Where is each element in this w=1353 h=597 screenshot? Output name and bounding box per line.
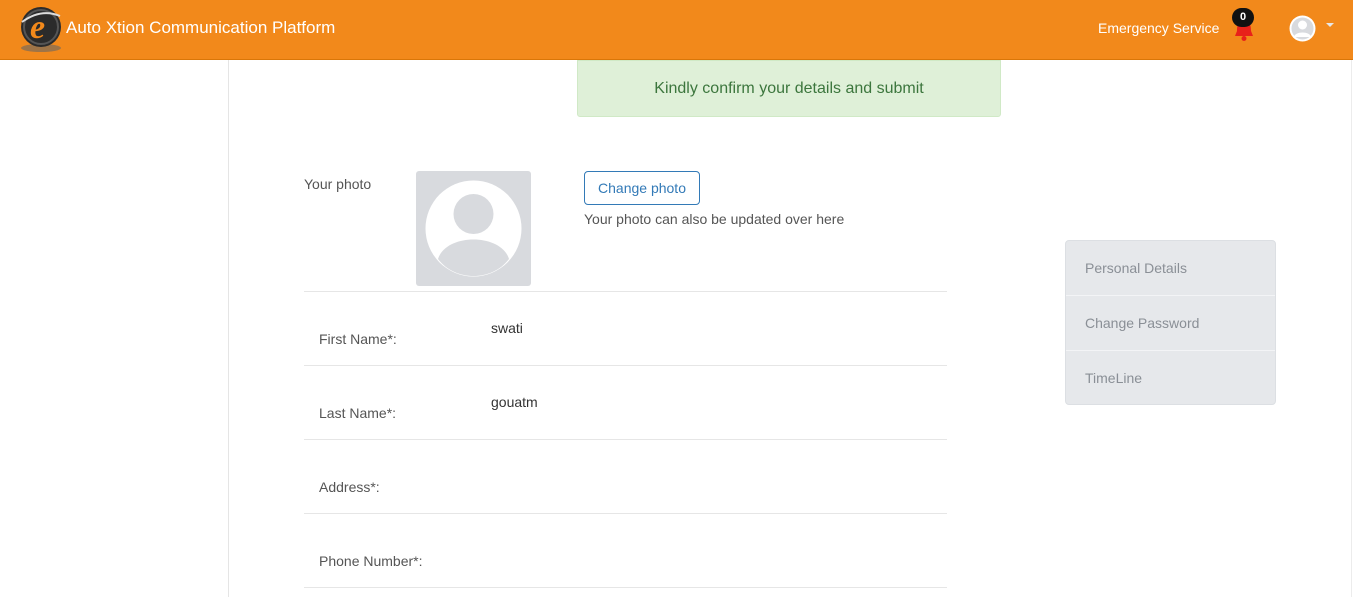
form-row-last-name: Last Name*: gouatm (304, 365, 947, 439)
confirm-details-alert: Kindly confirm your details and submit (577, 60, 1001, 117)
phone-number-label: Phone Number*: (319, 553, 423, 569)
profile-side-nav: Personal Details Change Password TimeLin… (1065, 240, 1276, 405)
side-nav-personal-details[interactable]: Personal Details (1066, 241, 1275, 296)
side-nav-timeline[interactable]: TimeLine (1066, 351, 1275, 404)
logo-icon[interactable]: e (18, 4, 64, 54)
form-row-address: Address*: (304, 439, 947, 513)
change-photo-button[interactable]: Change photo (584, 171, 700, 205)
address-label: Address*: (319, 479, 380, 495)
form-row-phone: Phone Number*: (304, 513, 947, 587)
chevron-down-icon[interactable] (1326, 23, 1334, 27)
top-navbar: e Auto Xtion Communication Platform Emer… (0, 0, 1353, 60)
notification-badge: 0 (1232, 8, 1254, 27)
side-nav-change-password[interactable]: Change Password (1066, 296, 1275, 351)
photo-help-text: Your photo can also be updated over here (584, 211, 845, 227)
user-placeholder-icon (425, 180, 522, 277)
scrollbar-track[interactable] (1351, 60, 1352, 597)
last-name-value[interactable]: gouatm (491, 394, 538, 410)
profile-photo (416, 171, 531, 286)
user-avatar-icon[interactable] (1289, 15, 1316, 42)
photo-label: Your photo (304, 176, 372, 192)
first-name-label: First Name*: (319, 331, 397, 347)
form-divider (304, 587, 947, 588)
emergency-service-link[interactable]: Emergency Service (1098, 20, 1219, 36)
content-left-border (228, 60, 229, 597)
form-row-first-name: First Name*: swati (304, 291, 947, 365)
last-name-label: Last Name*: (319, 405, 397, 421)
first-name-value[interactable]: swati (491, 320, 523, 336)
app-title: Auto Xtion Communication Platform (66, 18, 336, 37)
